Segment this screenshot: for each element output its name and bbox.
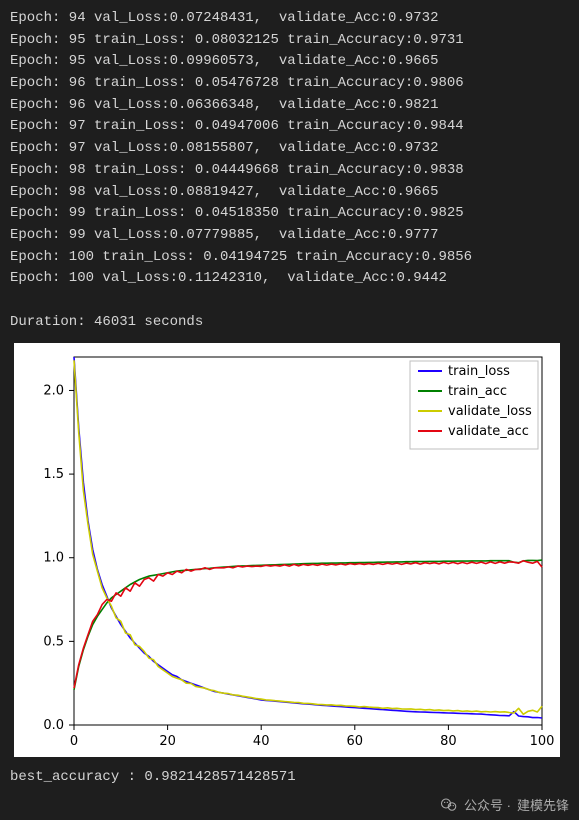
console-line: Epoch: 98 train_Loss: 0.04449668 train_A… — [10, 160, 569, 182]
console-line — [10, 290, 569, 312]
svg-text:train_loss: train_loss — [448, 364, 510, 379]
best-accuracy-line: best_accuracy : 0.9821428571428571 — [0, 761, 579, 785]
svg-text:validate_acc: validate_acc — [448, 424, 529, 439]
console-line: Epoch: 96 train_Loss: 0.05476728 train_A… — [10, 73, 569, 95]
console-line: Duration: 46031 seconds — [10, 312, 569, 334]
console-line: Epoch: 96 val_Loss:0.06366348, validate_… — [10, 95, 569, 117]
console-line: Epoch: 99 train_Loss: 0.04518350 train_A… — [10, 203, 569, 225]
svg-text:0.0: 0.0 — [43, 718, 64, 733]
console-line: Epoch: 100 train_Loss: 0.04194725 train_… — [10, 247, 569, 269]
svg-text:100: 100 — [530, 734, 555, 749]
svg-text:20: 20 — [159, 734, 176, 749]
console-line: Epoch: 94 val_Loss:0.07248431, validate_… — [10, 8, 569, 30]
svg-text:train_acc: train_acc — [448, 384, 507, 399]
svg-text:60: 60 — [347, 734, 364, 749]
svg-text:0.5: 0.5 — [43, 635, 64, 650]
svg-text:validate_loss: validate_loss — [448, 404, 532, 419]
console-line: Epoch: 95 train_Loss: 0.08032125 train_A… — [10, 30, 569, 52]
wechat-icon — [440, 796, 458, 814]
watermark-prefix: 公众号 · — [464, 795, 511, 814]
plot-svg: 0 20 40 60 80 100 0.0 0.5 1.0 1.5 2.0 train_losstra… — [14, 343, 560, 757]
watermark: 公众号 · 建模先锋 — [440, 795, 569, 814]
terminal-output: Epoch: 94 val_Loss:0.07248431, validate_… — [0, 0, 579, 337]
training-plot: 0 20 40 60 80 100 0.0 0.5 1.0 1.5 2.0 train_losstra… — [14, 343, 560, 757]
console-line: Epoch: 97 train_Loss: 0.04947006 train_A… — [10, 116, 569, 138]
svg-text:80: 80 — [440, 734, 457, 749]
console-line: Epoch: 99 val_Loss:0.07779885, validate_… — [10, 225, 569, 247]
svg-text:1.0: 1.0 — [43, 551, 64, 566]
svg-text:40: 40 — [253, 734, 270, 749]
console-line: Epoch: 95 val_Loss:0.09960573, validate_… — [10, 51, 569, 73]
console-line: Epoch: 97 val_Loss:0.08155807, validate_… — [10, 138, 569, 160]
console-line: Epoch: 98 val_Loss:0.08819427, validate_… — [10, 182, 569, 204]
svg-text:2.0: 2.0 — [43, 384, 64, 399]
console-line: Epoch: 100 val_Loss:0.11242310, validate… — [10, 268, 569, 290]
svg-text:1.5: 1.5 — [43, 467, 64, 482]
svg-text:0: 0 — [70, 734, 78, 749]
watermark-name: 建模先锋 — [517, 795, 569, 814]
